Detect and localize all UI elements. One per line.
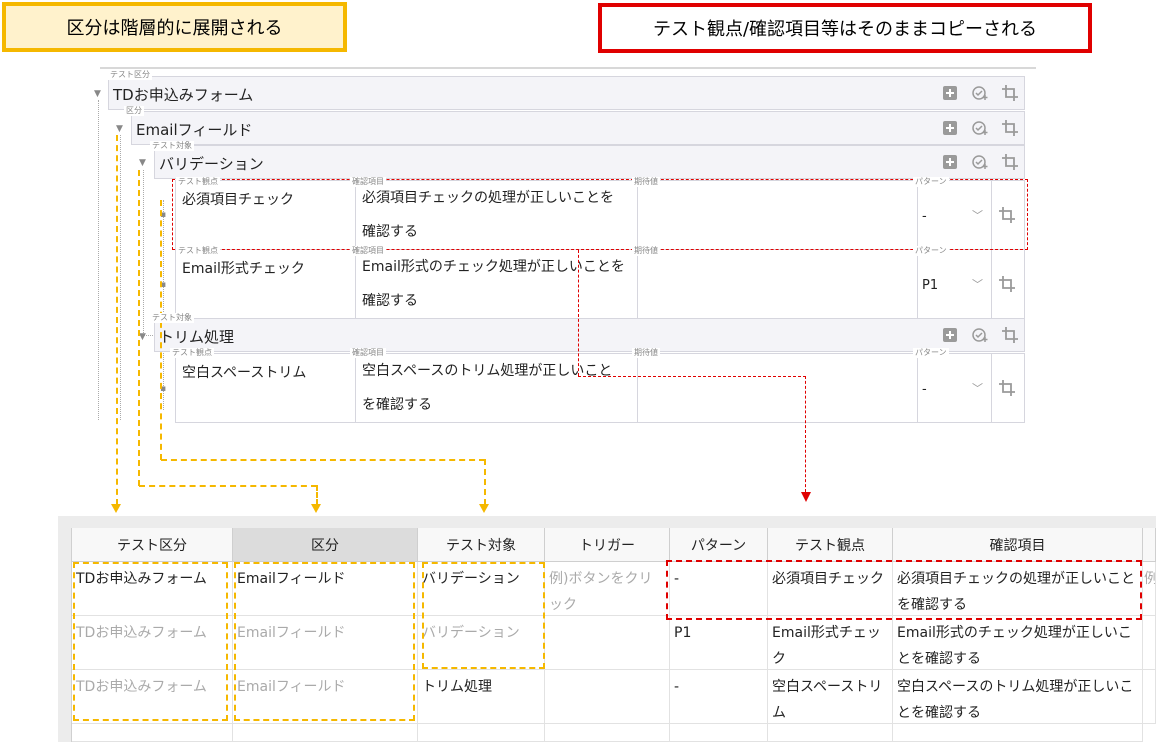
- copy-arrow-line: [578, 250, 579, 376]
- check-item-label: 確認項目: [350, 348, 386, 358]
- copy-arrow-line: [578, 376, 806, 377]
- header-check-item[interactable]: 確認項目: [893, 528, 1143, 562]
- pattern-label: パターン: [913, 177, 949, 187]
- test-target-label: テスト対象: [150, 141, 194, 151]
- cell-overflow[interactable]: [1143, 616, 1156, 670]
- cell[interactable]: [72, 724, 233, 742]
- cell[interactable]: [545, 670, 670, 724]
- cell[interactable]: 例)ボタンをクリック: [545, 562, 670, 616]
- check-item-label: 確認項目: [350, 177, 386, 187]
- cell[interactable]: P1: [670, 616, 768, 670]
- viewpoint-label: テスト観点: [176, 246, 220, 256]
- expected-label: 期待値: [632, 348, 660, 358]
- copy-arrow-line: [805, 376, 806, 492]
- cell[interactable]: [545, 724, 670, 742]
- cell[interactable]: [233, 724, 418, 742]
- expected-label: 期待値: [632, 177, 660, 187]
- cell[interactable]: [670, 724, 768, 742]
- header-test-category[interactable]: テスト区分: [72, 528, 233, 562]
- pattern-label: パターン: [913, 246, 949, 256]
- header-pattern[interactable]: パターン: [670, 528, 768, 562]
- viewpoint-label: テスト観点: [170, 348, 214, 358]
- header-overflow[interactable]: [1143, 528, 1156, 562]
- pattern-label: パターン: [913, 348, 949, 358]
- header-category[interactable]: 区分: [233, 528, 418, 562]
- test-target-label: テスト対象: [150, 313, 194, 323]
- cell[interactable]: Email形式のチェック処理が正しいことを確認する: [893, 616, 1143, 670]
- cell-overflow[interactable]: [1143, 670, 1156, 724]
- hierarchy-highlight-test-target: [422, 562, 545, 669]
- cell[interactable]: Email形式チェック: [768, 616, 893, 670]
- yellow-arrowhead: [111, 504, 121, 513]
- cell[interactable]: [768, 724, 893, 742]
- cell[interactable]: 空白スペーストリム: [768, 670, 893, 724]
- red-arrowhead: [801, 492, 811, 502]
- header-test-target[interactable]: テスト対象: [418, 528, 545, 562]
- copy-highlight-grid: [666, 560, 1142, 620]
- check-item-label: 確認項目: [350, 246, 386, 256]
- viewpoint-label: テスト観点: [176, 177, 220, 187]
- cell[interactable]: -: [670, 670, 768, 724]
- header-viewpoint[interactable]: テスト観点: [768, 528, 893, 562]
- row-header-strip: [58, 528, 72, 742]
- cell[interactable]: [545, 616, 670, 670]
- cell[interactable]: トリム処理: [418, 670, 545, 724]
- expected-label: 期待値: [632, 246, 660, 256]
- cell-overflow[interactable]: 例: [1143, 562, 1156, 616]
- yellow-arrowhead: [479, 504, 489, 513]
- grid-toolbar: [58, 516, 1156, 528]
- hierarchy-highlight-category: [234, 562, 415, 721]
- header-trigger[interactable]: トリガー: [545, 528, 670, 562]
- cell[interactable]: 空白スペースのトリム処理が正しいことを確認する: [893, 670, 1143, 724]
- test-category-label: テスト区分: [108, 70, 152, 80]
- cell[interactable]: [418, 724, 545, 742]
- cell[interactable]: [893, 724, 1143, 742]
- yellow-arrowhead: [311, 504, 321, 513]
- category-label: 区分: [124, 106, 144, 116]
- hierarchy-highlight-test-category: [73, 562, 228, 721]
